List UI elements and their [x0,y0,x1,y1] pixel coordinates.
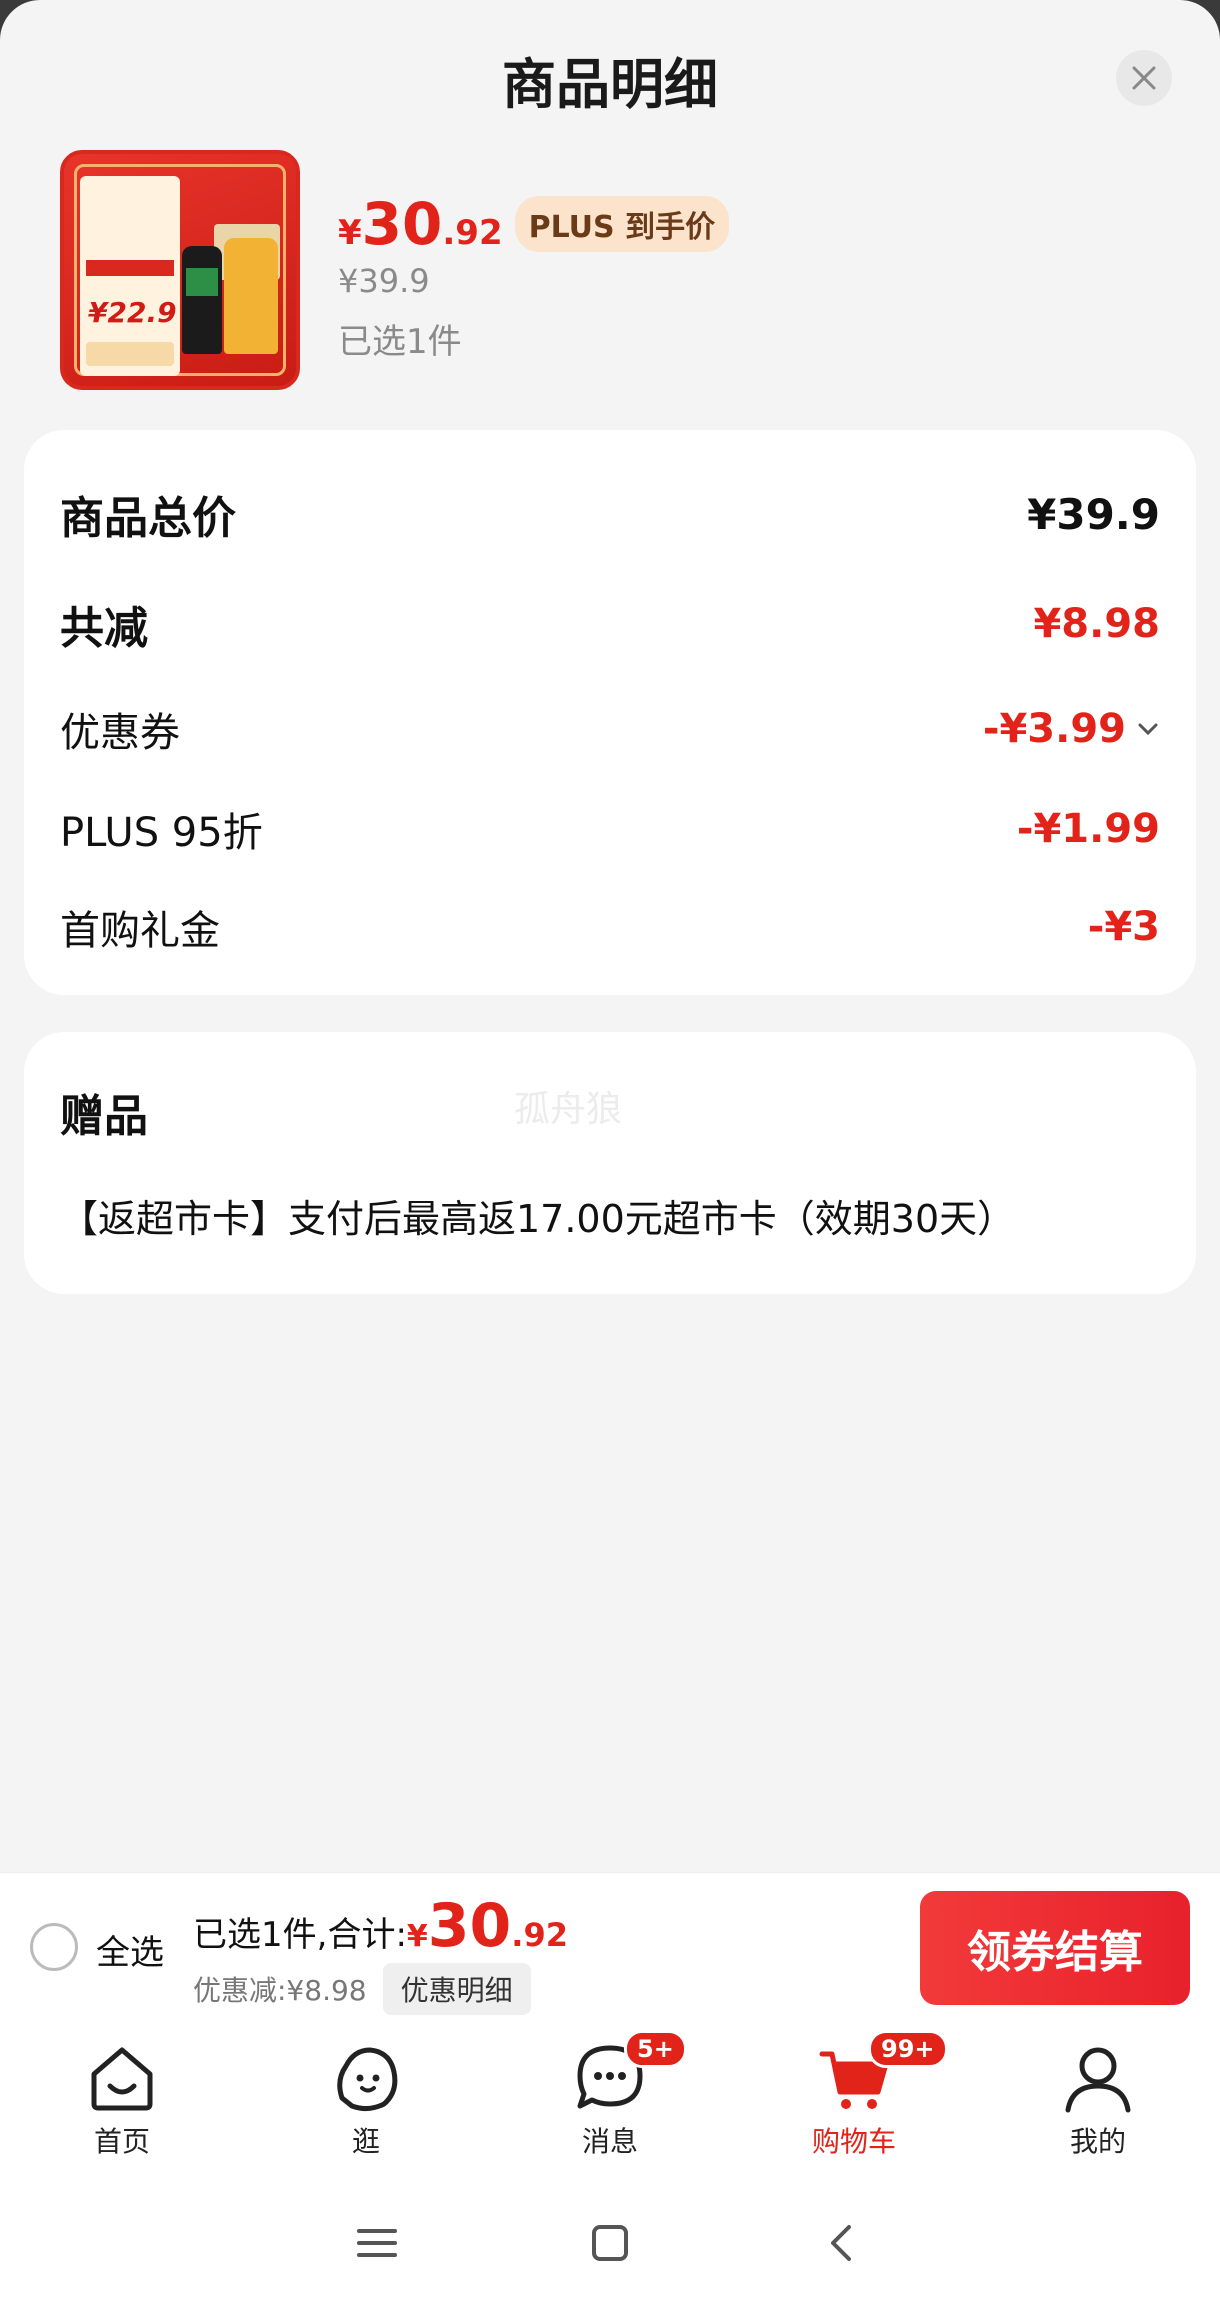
price-breakdown-panel: 商品总价 ¥39.9 共减 ¥8.98 优惠券 -¥3.99 PLUS 95折 … [24,430,1196,995]
price-decimal: .92 [442,213,503,253]
select-all-radio[interactable] [30,1923,78,1971]
home-icon [91,2047,153,2111]
reduce-label: 共减 [60,603,148,654]
first-purchase-value: -¥3 [1087,904,1160,950]
image-price-mark: ¥22.9 [88,296,177,329]
plus-discount-value: -¥1.99 [1016,806,1160,852]
tab-messages[interactable]: 消息 5+ [488,2022,732,2172]
total-line: 已选1件,合计: ¥ 30 .92 [193,1891,568,1961]
gift-description: 【返超市卡】支付后最高返17.00元超市卡（效期30天） [60,1197,1016,1241]
system-nav-bar [0,2172,1220,2313]
profile-icon [1065,2047,1131,2113]
page-title: 商品明细 [502,53,718,116]
close-icon [1132,66,1156,90]
bottom-tabbar: 首页 逛 消息 5+ 购物车 99+ 我的 [0,2022,1220,2172]
currency-symbol: ¥ [338,213,362,253]
gift-panel: 赠品 孤舟狼 【返超市卡】支付后最高返17.00元超市卡（效期30天） [24,1032,1196,1294]
image-band [86,260,174,276]
tab-explore[interactable]: 逛 [244,2022,488,2172]
image-bottle [182,246,222,354]
product-price: ¥ 30 .92 PLUS 到手价 [338,190,730,258]
first-purchase-label: 首购礼金 [60,908,220,954]
menu-icon[interactable] [353,2219,401,2267]
original-price: ¥39.9 [338,262,430,300]
tab-cart[interactable]: 购物车 99+ [732,2022,976,2172]
explore-icon [337,2047,398,2112]
close-button[interactable] [1116,50,1172,106]
selected-count: 已选1件 [338,322,462,362]
product-summary: ¥22.9 ¥ 30 .92 PLUS 到手价 ¥39.9 已选1件 [60,150,1160,390]
tab-label: 消息 [581,2125,638,2158]
home-square-icon[interactable] [586,2219,634,2267]
checkout-bar: 全选 已选1件,合计: ¥ 30 .92 优惠减:¥8.98 优惠明细 领券结算 [0,1872,1220,2022]
tab-label: 首页 [93,2125,150,2158]
coupon-value: -¥3.99 [982,706,1126,752]
coupon-label: 优惠券 [60,710,180,756]
coupon-row[interactable]: 优惠券 -¥3.99 [60,700,1160,758]
first-purchase-row: 首购礼金 -¥3 [60,898,1160,956]
total-currency: ¥ [406,1919,428,1954]
select-all-label[interactable]: 全选 [96,1925,164,1974]
tab-label: 我的 [1069,2125,1126,2158]
discount-detail-button[interactable]: 优惠明细 [382,1963,531,2015]
discount-line: 优惠减:¥8.98 优惠明细 [193,1963,531,2015]
discount-text: 优惠减:¥8.98 [193,1974,367,2007]
total-label: 商品总价 [60,493,236,544]
image-bottle [224,238,278,354]
watermark: 孤舟狼 [514,1089,623,1130]
plus-discount-row: PLUS 95折 -¥1.99 [60,800,1160,858]
total-integer: 30 [427,1891,512,1961]
image-promo-card: ¥22.9 [80,176,180,376]
message-badge: 5+ [624,2030,687,2068]
product-image[interactable]: ¥22.9 [60,150,300,390]
tab-home[interactable]: 首页 [0,2022,244,2172]
total-row: 商品总价 ¥39.9 [60,482,1160,546]
image-subsidy-mark [86,342,174,366]
tab-label: 购物车 [811,2125,896,2158]
checkout-button[interactable]: 领券结算 [920,1891,1190,2005]
tab-profile[interactable]: 我的 [976,2022,1220,2172]
price-integer: 30 [361,190,443,258]
tab-label: 逛 [351,2125,380,2158]
back-icon[interactable] [819,2219,867,2267]
coupon-value-wrap: -¥3.99 [983,706,1160,752]
reduce-row: 共减 ¥8.98 [60,592,1160,656]
product-detail-sheet: 商品明细 ¥22.9 ¥ 30 .92 PLUS 到手价 ¥39.9 已选1件 [0,0,1220,2313]
reduce-value: ¥8.98 [1033,601,1160,647]
cart-badge: 99+ [868,2030,948,2068]
chevron-down-icon[interactable] [1136,717,1160,741]
plus-discount-label: PLUS 95折 [60,810,263,856]
gift-title: 赠品 [60,1091,148,1142]
total-decimal: .92 [511,1916,568,1954]
total-value: ¥39.9 [1027,489,1160,539]
plus-price-tag: PLUS 到手价 [514,196,730,252]
selected-total-label: 已选1件,合计: [193,1915,407,1955]
